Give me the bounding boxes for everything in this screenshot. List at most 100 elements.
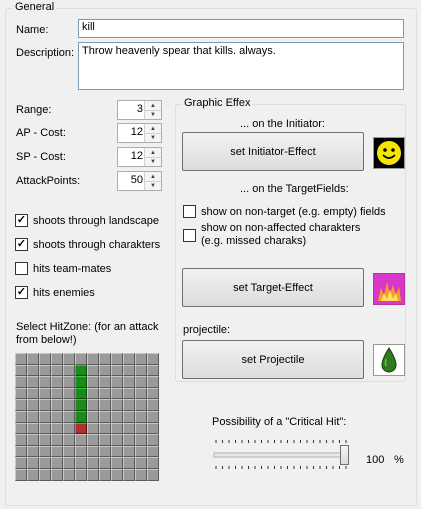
hitzone-cell[interactable] — [51, 410, 63, 423]
hitzone-cell[interactable] — [39, 387, 51, 400]
hitzone-cell[interactable] — [15, 353, 27, 365]
hitzone-cell[interactable] — [123, 434, 135, 446]
hitzone-cell[interactable] — [87, 387, 99, 400]
hitzone-cell[interactable] — [39, 399, 51, 411]
hitzone-cell[interactable] — [15, 468, 27, 481]
hitzone-cell[interactable] — [99, 434, 111, 446]
hitzone-cell[interactable] — [51, 399, 63, 411]
hitzone-cell[interactable] — [99, 353, 111, 365]
hitzone-cell[interactable] — [27, 387, 39, 400]
hitzone-cell[interactable] — [99, 399, 111, 411]
hitzone-cell[interactable] — [27, 457, 39, 469]
hitzone-cell[interactable] — [39, 434, 51, 446]
hitzone-cell[interactable] — [27, 364, 39, 377]
hitzone-cell[interactable] — [123, 410, 135, 423]
hitzone-cell[interactable] — [135, 376, 147, 388]
hitzone-cell[interactable] — [123, 422, 135, 435]
hitzone-cell[interactable] — [87, 410, 99, 423]
hitzone-cell[interactable] — [15, 445, 27, 458]
hitzone-cell[interactable] — [51, 422, 63, 435]
sp-down-arrow-icon[interactable]: ▼ — [145, 157, 161, 166]
hitzone-cell[interactable] — [111, 399, 123, 411]
hitzone-cell[interactable] — [63, 353, 75, 365]
hitzone-cell[interactable] — [111, 376, 123, 388]
hitzone-cell[interactable] — [15, 364, 27, 377]
hitzone-cell[interactable] — [75, 353, 87, 365]
hitzone-cell[interactable] — [123, 399, 135, 411]
ap-down-arrow-icon[interactable]: ▼ — [145, 133, 161, 142]
hitzone-cell[interactable] — [99, 376, 111, 388]
hitzone-cell[interactable] — [87, 445, 99, 458]
hitzone-cell[interactable] — [15, 457, 27, 469]
shoots-through-landscape-checkbox[interactable]: ✓ — [15, 214, 28, 227]
hitzone-cell[interactable] — [147, 410, 159, 423]
hitzone-cell[interactable] — [51, 376, 63, 388]
hitzone-cell[interactable] — [63, 468, 75, 481]
hitzone-cell[interactable] — [75, 387, 87, 400]
attack-down-arrow-icon[interactable]: ▼ — [145, 181, 161, 190]
hitzone-cell[interactable] — [111, 353, 123, 365]
shoots-through-charakters-checkbox[interactable]: ✓ — [15, 238, 28, 251]
hitzone-cell[interactable] — [27, 422, 39, 435]
hitzone-cell[interactable] — [39, 376, 51, 388]
hitzone-cell[interactable] — [75, 434, 87, 446]
hitzone-cell[interactable] — [135, 399, 147, 411]
hitzone-cell[interactable] — [15, 422, 27, 435]
set-target-effect-button[interactable]: set Target-Effect — [182, 268, 364, 307]
ap-cost-spinner[interactable]: 12 ▲ ▼ — [117, 123, 162, 143]
hitzone-cell[interactable] — [111, 364, 123, 377]
hitzone-cell[interactable] — [39, 353, 51, 365]
hitzone-cell[interactable] — [51, 434, 63, 446]
hitzone-cell[interactable] — [51, 353, 63, 365]
hitzone-cell[interactable] — [99, 387, 111, 400]
hitzone-cell[interactable] — [39, 422, 51, 435]
hitzone-cell[interactable] — [63, 457, 75, 469]
hitzone-cell[interactable] — [87, 468, 99, 481]
hitzone-cell[interactable] — [147, 457, 159, 469]
hits-team-mates-checkbox[interactable] — [15, 262, 28, 275]
hitzone-cell[interactable] — [99, 445, 111, 458]
hitzone-cell[interactable] — [51, 445, 63, 458]
hitzone-cell[interactable] — [123, 376, 135, 388]
sp-cost-spinner[interactable]: 12 ▲ ▼ — [117, 147, 162, 167]
hitzone-cell[interactable] — [111, 468, 123, 481]
hitzone-cell[interactable] — [123, 468, 135, 481]
hitzone-cell[interactable] — [75, 376, 87, 388]
set-initiator-effect-button[interactable]: set Initiator-Effect — [182, 132, 364, 171]
hitzone-cell[interactable] — [135, 445, 147, 458]
hitzone-cell[interactable] — [87, 399, 99, 411]
hitzone-cell[interactable] — [135, 364, 147, 377]
name-input[interactable]: kill — [78, 19, 404, 38]
hitzone-cell[interactable] — [87, 353, 99, 365]
hitzone-cell[interactable] — [75, 364, 87, 377]
hitzone-cell[interactable] — [63, 410, 75, 423]
hitzone-cell[interactable] — [63, 387, 75, 400]
hitzone-cell[interactable] — [75, 399, 87, 411]
hitzone-cell[interactable] — [147, 434, 159, 446]
hitzone-cell[interactable] — [63, 399, 75, 411]
hitzone-cell[interactable] — [63, 364, 75, 377]
critical-hit-slider[interactable] — [212, 436, 352, 472]
hitzone-cell[interactable] — [27, 410, 39, 423]
hitzone-cell[interactable] — [87, 376, 99, 388]
hitzone-cell[interactable] — [111, 422, 123, 435]
hitzone-cell[interactable] — [75, 422, 87, 435]
hitzone-cell[interactable] — [147, 387, 159, 400]
hitzone-cell[interactable] — [27, 353, 39, 365]
hitzone-cell[interactable] — [75, 468, 87, 481]
hitzone-cell[interactable] — [99, 410, 111, 423]
hitzone-cell[interactable] — [147, 468, 159, 481]
hitzone-cell[interactable] — [27, 376, 39, 388]
hitzone-cell[interactable] — [27, 445, 39, 458]
hitzone-cell[interactable] — [15, 376, 27, 388]
show-on-non-target-checkbox[interactable] — [183, 205, 196, 218]
hitzone-cell[interactable] — [147, 364, 159, 377]
hitzone-cell[interactable] — [75, 410, 87, 423]
hitzone-cell[interactable] — [51, 364, 63, 377]
hitzone-cell[interactable] — [135, 422, 147, 435]
hitzone-cell[interactable] — [123, 387, 135, 400]
hitzone-cell[interactable] — [15, 399, 27, 411]
hitzone-cell[interactable] — [39, 410, 51, 423]
hitzone-cell[interactable] — [87, 422, 99, 435]
hitzone-cell[interactable] — [63, 445, 75, 458]
